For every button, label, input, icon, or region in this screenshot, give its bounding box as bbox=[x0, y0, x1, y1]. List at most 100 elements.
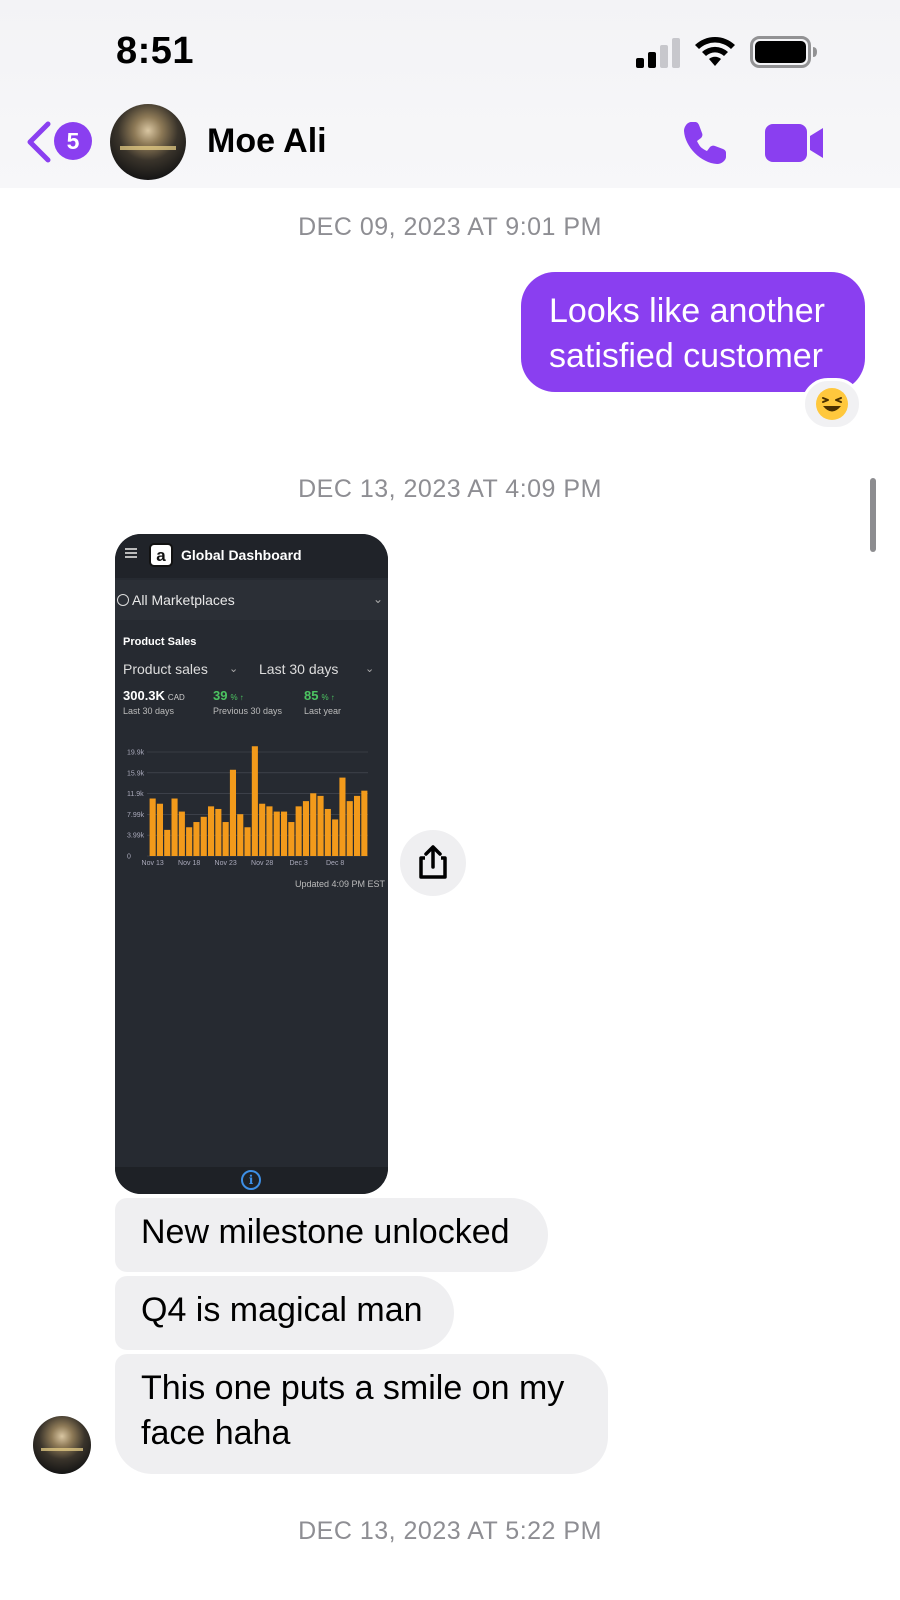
kpi-caption: Last 30 days bbox=[123, 706, 175, 716]
message-text-line: satisfied customer bbox=[549, 337, 823, 375]
kpi-total: 300.3K CAD Last 30 days bbox=[123, 688, 185, 716]
sender-avatar[interactable] bbox=[33, 1416, 91, 1474]
outgoing-message-bubble[interactable]: Looks like another satisfied customer bbox=[521, 272, 865, 392]
sales-bar-chart: 19.9k 15.9k 11.9k 7.99k 3.99k 0 Nov 13 Nov 18 No… bbox=[127, 746, 368, 867]
x-tick-label: Nov 13 bbox=[142, 860, 164, 867]
message-text-line: New milestone unlocked bbox=[141, 1213, 510, 1251]
chevron-down-icon: ⌄ bbox=[229, 663, 239, 675]
message-text-line: Q4 is magical man bbox=[141, 1291, 423, 1329]
attachment-title: Global Dashboard bbox=[181, 547, 302, 563]
chart-bar bbox=[215, 808, 222, 856]
chart-bar bbox=[281, 811, 288, 856]
chart-bar bbox=[149, 798, 156, 856]
incoming-message-bubble[interactable]: Q4 is magical man bbox=[115, 1276, 454, 1350]
battery-icon bbox=[750, 36, 817, 68]
chevron-down-icon: ⌄ bbox=[365, 663, 375, 675]
chart-bar bbox=[222, 822, 229, 856]
message-text-line: Looks like another bbox=[549, 292, 825, 330]
menu-icon bbox=[125, 548, 137, 558]
message-timestamp: DEC 13, 2023 AT 4:09 PM bbox=[298, 475, 602, 503]
x-tick-label: Nov 18 bbox=[178, 860, 200, 867]
laughing-face-emoji-icon bbox=[816, 388, 848, 420]
share-icon bbox=[419, 845, 447, 879]
y-tick-label: 7.99k bbox=[127, 812, 145, 819]
chart-bar bbox=[346, 801, 353, 856]
status-bar: 8:51 bbox=[0, 0, 900, 100]
chart-bar bbox=[324, 808, 331, 856]
chart-bar bbox=[266, 806, 273, 856]
globe-icon bbox=[117, 594, 129, 606]
chart-bar bbox=[317, 795, 324, 856]
message-text-line: face haha bbox=[141, 1414, 291, 1452]
chevron-left-icon bbox=[27, 121, 51, 163]
cellular-signal-icon bbox=[636, 38, 680, 68]
unread-count-badge: 5 bbox=[54, 122, 92, 160]
kpi-value: 85 bbox=[304, 688, 319, 703]
incoming-message-bubble[interactable]: New milestone unlocked bbox=[115, 1198, 548, 1272]
contact-name[interactable]: Moe Ali bbox=[207, 122, 327, 161]
info-icon: i bbox=[241, 1170, 261, 1190]
message-reaction[interactable] bbox=[802, 378, 862, 430]
kpi-caption: Previous 30 days bbox=[213, 706, 283, 716]
chart-bar bbox=[229, 769, 236, 856]
chart-bar bbox=[310, 793, 317, 856]
chart-bar bbox=[339, 777, 346, 856]
marketplace-selector: All Marketplaces ⌄ bbox=[115, 580, 388, 620]
chart-bar bbox=[302, 801, 309, 856]
contact-avatar[interactable] bbox=[110, 104, 186, 180]
kpi-unit: % ↑ bbox=[230, 693, 244, 702]
x-tick-label: Nov 23 bbox=[215, 860, 237, 867]
chart-bar bbox=[186, 827, 193, 856]
y-tick-label: 15.9k bbox=[127, 770, 145, 777]
message-timestamp: DEC 09, 2023 AT 9:01 PM bbox=[298, 213, 602, 241]
metric-select: Product sales bbox=[123, 661, 208, 677]
kpi-caption: Last year bbox=[304, 706, 342, 716]
chart-bar bbox=[332, 819, 339, 856]
incoming-message-bubble[interactable]: This one puts a smile on my face haha bbox=[115, 1354, 608, 1474]
kpi-previous: 39% ↑ Previous 30 days bbox=[213, 688, 282, 716]
chart-bar bbox=[354, 795, 361, 856]
chart-bar bbox=[156, 803, 163, 856]
updated-label: Updated 4:09 PM EST bbox=[295, 879, 386, 889]
y-tick-label: 0 bbox=[127, 854, 131, 861]
chart-bar bbox=[208, 806, 215, 856]
attachment-footer: i bbox=[115, 1167, 388, 1194]
kpi-unit: % ↑ bbox=[321, 693, 335, 702]
chart-bar bbox=[193, 822, 200, 856]
chart-bar bbox=[361, 790, 368, 856]
kpi-value: 39 bbox=[213, 688, 228, 703]
chart-bar bbox=[164, 829, 171, 856]
chart-bar bbox=[178, 811, 185, 856]
kpi-value: 300.3K bbox=[123, 688, 165, 703]
y-tick-label: 3.99k bbox=[127, 833, 145, 840]
chart-bar bbox=[171, 798, 178, 856]
chevron-down-icon: ⌄ bbox=[373, 592, 384, 606]
chart-bar bbox=[237, 814, 244, 856]
y-tick-label: 19.9k bbox=[127, 750, 145, 757]
status-time: 8:51 bbox=[116, 30, 195, 72]
phone-call-icon[interactable] bbox=[680, 118, 730, 168]
range-select: Last 30 days bbox=[259, 661, 339, 677]
image-attachment[interactable]: a Global Dashboard All Marketplaces ⌄ Pr… bbox=[115, 534, 388, 1194]
x-tick-label: Dec 3 bbox=[290, 860, 308, 867]
message-text-line: This one puts a smile on my bbox=[141, 1369, 565, 1407]
chart-bar bbox=[244, 827, 251, 856]
chart-bar bbox=[259, 803, 266, 856]
chart-bar bbox=[295, 806, 302, 856]
back-button[interactable]: 5 bbox=[26, 116, 94, 168]
attachment-top-bar: a Global Dashboard bbox=[115, 534, 388, 578]
chart-bar bbox=[288, 822, 295, 856]
message-timestamp: DEC 13, 2023 AT 5:22 PM bbox=[298, 1517, 602, 1545]
share-button[interactable] bbox=[400, 830, 466, 896]
video-call-icon[interactable] bbox=[765, 122, 825, 164]
app-logo: a bbox=[149, 543, 173, 567]
chart-bar bbox=[273, 811, 280, 856]
kpi-last-year: 85% ↑ Last year bbox=[304, 688, 341, 716]
y-tick-label: 11.9k bbox=[127, 791, 144, 798]
chart-bar bbox=[251, 746, 258, 856]
chart-bar bbox=[200, 816, 207, 856]
x-tick-label: Nov 28 bbox=[251, 860, 273, 867]
wifi-icon bbox=[695, 37, 735, 66]
kpi-unit: CAD bbox=[167, 693, 185, 702]
x-tick-label: Dec 8 bbox=[326, 860, 344, 867]
